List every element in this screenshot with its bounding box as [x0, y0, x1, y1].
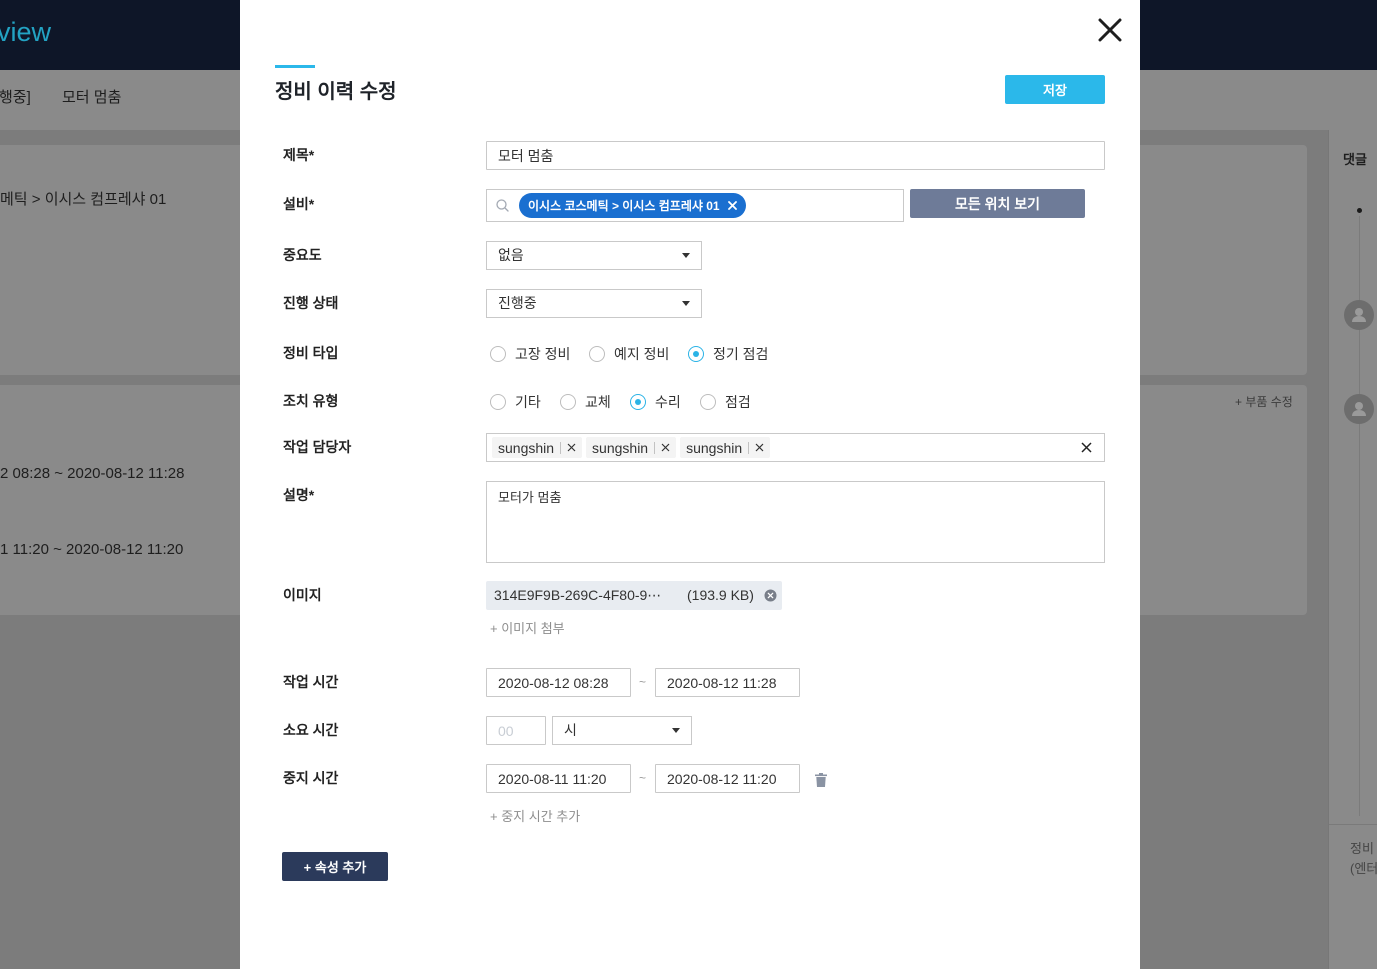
duration-unit-select[interactable]: 시: [552, 716, 692, 745]
add-attribute-button[interactable]: + 속성 추가: [282, 852, 388, 881]
remove-tag-icon[interactable]: [661, 443, 670, 452]
chevron-down-icon: [682, 301, 690, 306]
remove-tag-icon[interactable]: [567, 443, 576, 452]
duration-label: 소요 시간: [283, 722, 339, 738]
range-separator: ~: [639, 771, 647, 785]
file-size: (193.9 KB): [687, 587, 754, 603]
radio-button[interactable]: [490, 346, 506, 362]
radio-button[interactable]: [589, 346, 605, 362]
remove-file-icon[interactable]: [764, 589, 777, 602]
work-start-datetime-input[interactable]: [486, 668, 631, 697]
close-button[interactable]: [1098, 18, 1122, 42]
selected-equipment-chip[interactable]: 이시스 코스메틱 > 이시스 컴프레샤 01: [519, 193, 746, 218]
description-textarea[interactable]: 모터가 멈춤: [486, 481, 1105, 563]
radio-label: 정기 점검: [713, 346, 769, 362]
assignee-name: sungshin: [498, 439, 555, 456]
stop-time-label: 중지 시간: [283, 770, 339, 786]
radio-label: 점검: [725, 394, 751, 410]
search-icon: [496, 199, 509, 212]
stop-start-datetime-input[interactable]: [486, 764, 631, 793]
work-time-label: 작업 시간: [283, 674, 339, 690]
duration-input[interactable]: [486, 716, 546, 745]
equipment-label: 설비*: [283, 196, 315, 212]
radio-option-replace[interactable]: 교체: [560, 394, 611, 410]
status-select[interactable]: 진행중: [486, 289, 702, 318]
radio-button[interactable]: [688, 346, 704, 362]
chevron-down-icon: [672, 728, 680, 733]
title-accent-bar: [275, 65, 315, 68]
clear-all-icon[interactable]: [1081, 442, 1092, 453]
work-end-datetime-input[interactable]: [655, 668, 800, 697]
field-row-maintenance-type: 정비 타입 고장 정비 예지 정비 정기 점검: [240, 339, 1140, 368]
stop-end-datetime-input[interactable]: [655, 764, 800, 793]
assignee-tag: sungshin: [586, 437, 677, 458]
title-input[interactable]: [486, 141, 1105, 170]
close-icon: [1098, 18, 1122, 42]
radio-option-breakdown[interactable]: 고장 정비: [490, 346, 570, 362]
selected-equipment-text: 이시스 코스메틱 > 이시스 컴프레샤 01: [528, 199, 720, 213]
chevron-down-icon: [682, 253, 690, 258]
remove-chip-icon[interactable]: [727, 201, 737, 210]
field-row-action-type: 조치 유형 기타 교체 수리 점검: [240, 387, 1140, 416]
radio-button[interactable]: [700, 394, 716, 410]
assignee-tag: sungshin: [680, 437, 771, 458]
radio-label: 교체: [585, 394, 611, 410]
status-value: 진행중: [498, 295, 537, 311]
modal-title: 정비 이력 수정: [275, 81, 397, 103]
radio-button[interactable]: [560, 394, 576, 410]
title-label: 제목*: [283, 147, 315, 163]
trash-icon[interactable]: [815, 773, 827, 787]
tag-divider: [560, 441, 562, 454]
image-label: 이미지: [283, 587, 322, 603]
description-label: 설명*: [283, 487, 315, 503]
duration-unit-value: 시: [564, 722, 577, 738]
assignees-multiselect[interactable]: sungshin sungshin sungshin: [486, 433, 1105, 462]
assignee-name: sungshin: [686, 439, 743, 456]
remove-tag-icon[interactable]: [755, 443, 764, 452]
radio-label: 예지 정비: [614, 346, 670, 362]
equipment-search-input[interactable]: 이시스 코스메틱 > 이시스 컴프레샤 01: [486, 189, 904, 222]
assignees-label: 작업 담당자: [283, 439, 352, 455]
radio-option-repair[interactable]: 수리: [630, 394, 681, 410]
radio-option-other[interactable]: 기타: [490, 394, 541, 410]
radio-label: 고장 정비: [515, 346, 571, 362]
edit-maintenance-modal: 정비 이력 수정 저장 제목* 설비* 이시스 코스메틱 > 이시스 컴프레샤 …: [240, 0, 1140, 969]
tag-divider: [748, 441, 750, 454]
add-stop-time-link[interactable]: + 중지 시간 추가: [490, 808, 580, 826]
status-label: 진행 상태: [283, 295, 339, 311]
attached-image-file: 314E9F9B-269C-4F80-9⋯ (193.9 KB): [486, 581, 782, 610]
tag-divider: [654, 441, 656, 454]
priority-label: 중요도: [283, 247, 322, 263]
file-name: 314E9F9B-269C-4F80-9⋯: [494, 587, 662, 603]
radio-option-periodic[interactable]: 정기 점검: [688, 346, 768, 362]
radio-label: 수리: [655, 394, 681, 410]
radio-option-inspect[interactable]: 점검: [700, 394, 751, 410]
view-all-locations-button[interactable]: 모든 위치 보기: [910, 189, 1085, 218]
attach-image-link[interactable]: + 이미지 첨부: [490, 620, 565, 638]
priority-value: 없음: [498, 247, 524, 263]
assignee-name: sungshin: [592, 439, 649, 456]
save-button[interactable]: 저장: [1005, 75, 1105, 104]
radio-button[interactable]: [630, 394, 646, 410]
priority-select[interactable]: 없음: [486, 241, 702, 270]
assignee-tag: sungshin: [492, 437, 583, 458]
action-type-label: 조치 유형: [283, 393, 339, 409]
radio-label: 기타: [515, 394, 541, 410]
radio-button[interactable]: [490, 394, 506, 410]
radio-option-predictive[interactable]: 예지 정비: [589, 346, 669, 362]
maintenance-type-label: 정비 타입: [283, 345, 339, 361]
range-separator: ~: [639, 675, 647, 689]
